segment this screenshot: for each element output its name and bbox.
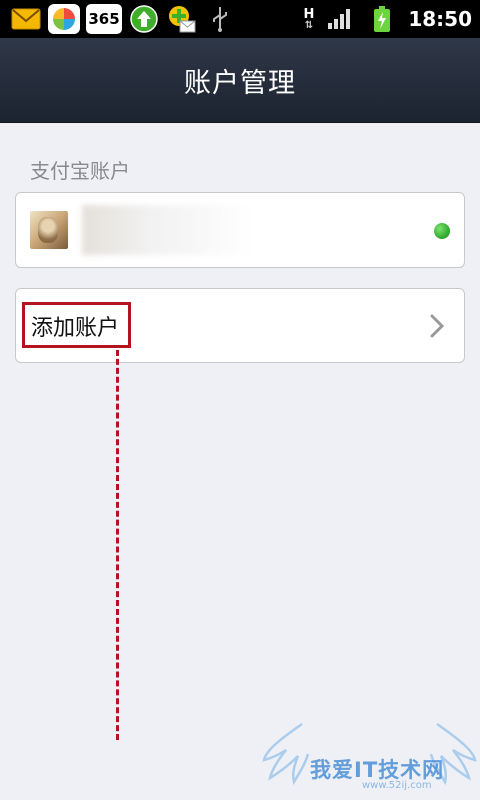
calendar-badge: 365 <box>88 10 120 28</box>
clock: 18:50 <box>408 7 472 31</box>
watermark: 我爱IT技术网 www.52ij.com <box>262 720 477 798</box>
title-bar: 账户管理 <box>0 38 480 123</box>
online-status-icon <box>434 223 450 239</box>
account-item[interactable] <box>15 192 465 268</box>
usb-icon <box>204 4 236 34</box>
annotation-dashed-line <box>116 350 119 740</box>
watermark-url: www.52ij.com <box>362 780 432 791</box>
mail-icon <box>10 4 42 34</box>
avatar <box>30 211 68 249</box>
chevron-right-icon <box>430 314 445 338</box>
mail-notification-icon <box>166 4 198 34</box>
status-bar: 365 H ⇅ 18:50 <box>0 0 480 38</box>
network-h-icon: H ⇅ <box>303 6 315 31</box>
add-account-button[interactable]: 添加账户 <box>15 288 465 363</box>
account-name-blurred <box>82 205 252 255</box>
upload-icon <box>128 4 160 34</box>
section-label: 支付宝账户 <box>30 159 130 183</box>
battery-charging-icon <box>366 4 398 34</box>
signal-icon <box>324 4 356 34</box>
calendar-icon: 365 <box>86 4 122 34</box>
add-account-label: 添加账户 <box>31 316 120 341</box>
app-store-icon <box>48 4 80 34</box>
page-title: 账户管理 <box>184 67 296 99</box>
